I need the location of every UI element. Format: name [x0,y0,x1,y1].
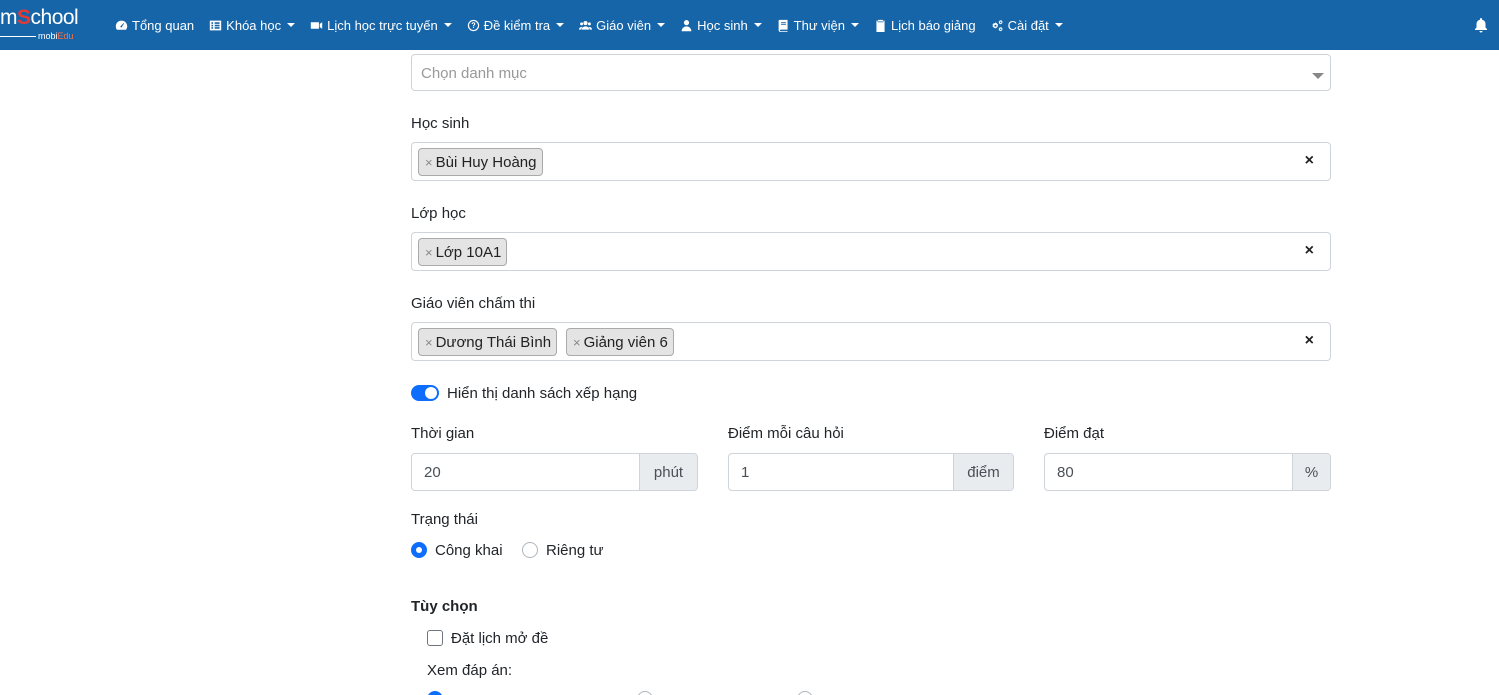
tag-label: Giảng viên 6 [583,333,668,351]
students-label: Học sinh [411,115,470,132]
grader-tag: × Giảng viên 6 [566,328,674,356]
chevron-down-icon [753,23,762,27]
clipboard-icon [876,19,885,32]
graders-label: Giáo viên chấm thi [411,295,536,312]
clear-classes-button[interactable]: × [1305,242,1314,260]
chevron-down-icon [556,23,565,27]
time-label: Thời gian [411,425,475,442]
view-answers-radio[interactable] [637,691,653,695]
notification-button[interactable] [1473,17,1489,33]
tag-remove-button[interactable]: × [425,335,433,350]
nav-item-library[interactable]: Thư viện [777,17,860,33]
list-icon [209,20,222,30]
book-icon [778,19,788,32]
time-input[interactable]: 20 [424,464,441,481]
points-input[interactable]: 1 [741,464,749,481]
view-answers-label: Xem đáp án: [427,662,513,679]
show-ranking-label: Hiển thị danh sách xếp hạng [447,385,638,402]
user-icon [681,19,692,31]
nav-item-label: Học sinh [697,17,748,33]
points-input-group: 1 điểm [728,453,1014,491]
view-answers-radio[interactable] [797,691,813,695]
nav-item-dashboard[interactable]: Tổng quan [115,18,194,33]
status-label: Trạng thái [411,511,478,528]
category-select[interactable]: Chọn danh mục [411,54,1331,91]
tag-label: Dương Thái Bình [435,333,552,351]
nav-item-students[interactable]: Học sinh [680,18,762,33]
schedule-open-checkbox[interactable] [427,630,443,646]
nav-item-label: Đề kiểm tra [483,17,551,33]
tag-label: Lớp 10A1 [435,243,502,261]
nav-item-label: Giáo viên [596,17,652,33]
nav-item-label: Cài đặt [1007,17,1049,33]
nav-item-label: Tổng quan [132,17,195,33]
schedule-open-label[interactable]: Đặt lịch mở đề [451,630,548,647]
show-ranking-toggle[interactable] [411,385,439,401]
points-label: Điểm mỗi câu hỏi [728,425,844,442]
nav-item-label: Khóa học [226,17,282,33]
nav-menu: Tổng quan Khóa học Lịch học trực tuyến Đ… [115,0,1078,50]
toggle-knob [425,387,437,399]
brand-name: mSchool [0,6,79,29]
grader-tag: × Dương Thái Bình [418,328,558,356]
nav-item-settings[interactable]: Cài đặt [991,18,1063,33]
clear-graders-button[interactable]: × [1305,332,1314,350]
clear-students-button[interactable]: × [1305,152,1314,170]
classes-label: Lớp học [411,205,466,222]
chevron-down-icon [287,23,296,27]
nav-item-label: Lịch báo giảng [891,17,976,33]
nav-item-label: Lịch học trực tuyến [327,17,438,33]
time-unit: phút [639,454,697,490]
nav-item-tests[interactable]: Đề kiểm tra [467,17,565,33]
brand-logo[interactable]: mSchool mobiEdu [0,4,100,44]
time-input-group: 20 phút [411,453,698,491]
category-placeholder: Chọn danh mục [421,65,527,82]
status-private-radio[interactable] [522,542,538,558]
tag-remove-button[interactable]: × [425,245,433,260]
chevron-down-icon [657,23,666,27]
tag-remove-button[interactable]: × [425,155,433,170]
cogs-icon [991,19,1003,31]
brand-subtitle: mobiEdu [38,31,74,41]
classes-multiselect[interactable]: × Lớp 10A1 × [411,232,1331,271]
pass-score-unit: % [1292,454,1330,490]
status-public-label[interactable]: Công khai [435,542,503,559]
chevron-down-icon [1054,23,1063,27]
chevron-down-icon [443,23,452,27]
users-icon [579,20,593,30]
chevron-down-icon [1312,73,1324,79]
nav-item-label: Thư viện [793,17,846,33]
video-icon [310,21,323,29]
student-tag: × Bùi Huy Hoàng [418,148,543,176]
dashboard-icon [115,20,128,30]
points-unit: điểm [953,454,1013,490]
students-multiselect[interactable]: × Bùi Huy Hoàng × [411,142,1331,181]
pass-score-input-group: 80 % [1044,453,1331,491]
top-navbar: mSchool mobiEdu Tổng quan Khóa học Lịch … [0,0,1499,50]
brand-divider [0,36,36,37]
nav-item-teachers[interactable]: Giáo viên [579,17,666,33]
pass-score-input[interactable]: 80 [1057,464,1074,481]
graders-multiselect[interactable]: × Dương Thái Bình × Giảng viên 6 × [411,322,1331,361]
view-answers-radio[interactable] [427,691,443,695]
nav-item-lesson-schedule[interactable]: Lịch báo giảng [874,18,976,33]
status-private-label[interactable]: Riêng tư [546,542,604,559]
bell-icon [1475,18,1487,33]
tag-label: Bùi Huy Hoàng [435,153,537,171]
status-public-radio[interactable] [411,542,427,558]
chevron-down-icon [851,23,860,27]
tag-remove-button[interactable]: × [573,335,581,350]
options-heading: Tùy chọn [411,598,478,615]
pass-score-label: Điểm đạt [1044,425,1105,442]
nav-item-courses[interactable]: Khóa học [209,17,296,33]
question-circle-icon [467,19,479,31]
class-tag: × Lớp 10A1 [418,238,508,266]
nav-item-online-schedule[interactable]: Lịch học trực tuyến [310,18,452,33]
